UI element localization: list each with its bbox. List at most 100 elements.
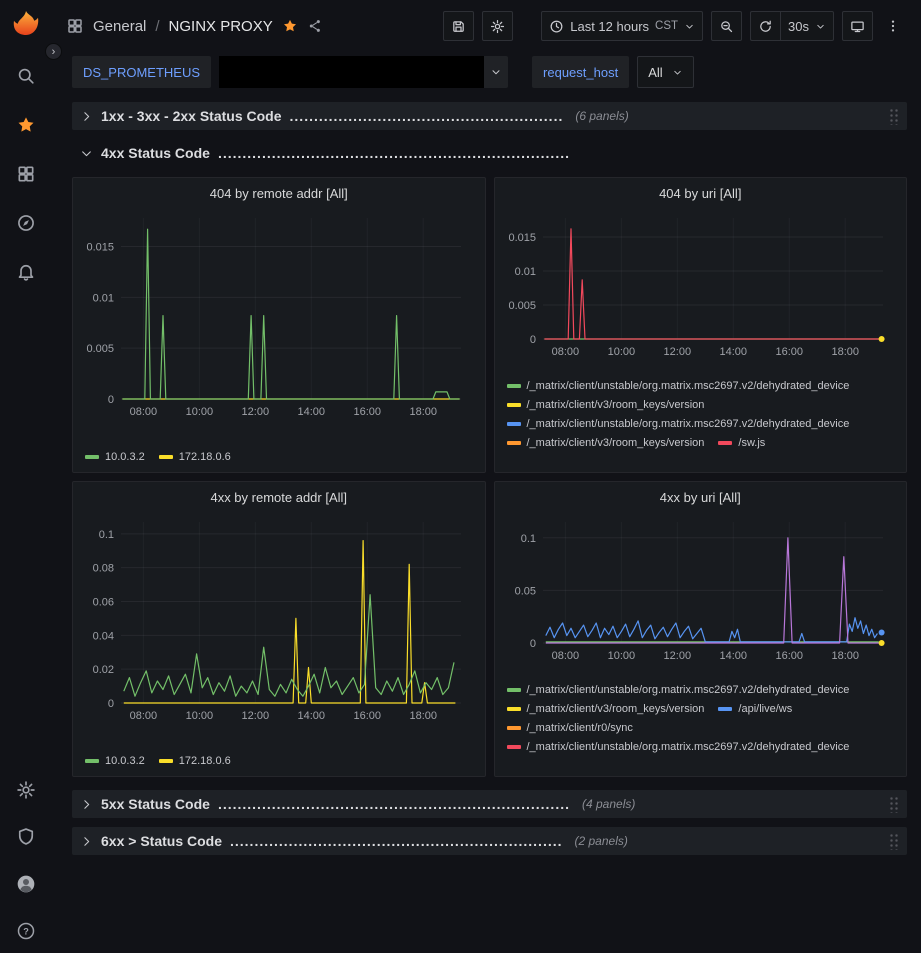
grafana-logo[interactable]	[8, 8, 44, 44]
row-drag-handle[interactable]	[888, 795, 899, 813]
svg-text:0.02: 0.02	[93, 664, 114, 676]
svg-text:0.015: 0.015	[86, 241, 114, 253]
request-host-select[interactable]: All	[637, 56, 693, 88]
panel-legend: /_matrix/client/unstable/org.matrix.msc2…	[495, 365, 907, 472]
svg-text:14:00: 14:00	[298, 710, 326, 722]
kebab-menu-button[interactable]	[881, 11, 905, 41]
row-drag-handle[interactable]	[888, 832, 899, 850]
svg-text:12:00: 12:00	[663, 650, 691, 662]
compass-icon	[16, 213, 36, 233]
svg-text:0.005: 0.005	[86, 343, 114, 355]
svg-text:10:00: 10:00	[607, 346, 635, 358]
panel-legend: 10.0.3.2 172.18.0.6	[73, 729, 485, 776]
legend-item[interactable]: /_matrix/client/unstable/org.matrix.msc2…	[507, 683, 850, 697]
dashboard-row-5xx[interactable]: 5xx Status Code ........................…	[72, 790, 907, 818]
svg-text:14:00: 14:00	[719, 650, 747, 662]
legend-item[interactable]: 10.0.3.2	[85, 450, 145, 464]
legend-item[interactable]: /sw.js	[718, 436, 765, 450]
datasource-variable-label[interactable]: DS_PROMETHEUS	[72, 56, 211, 88]
request-host-value: All	[648, 65, 662, 80]
sidebar-item-server-admin[interactable]	[16, 827, 36, 847]
gear-icon	[490, 19, 505, 34]
panel-title[interactable]: 404 by remote addr [All]	[73, 178, 485, 208]
legend-color-marker	[507, 726, 521, 730]
favorite-star-icon[interactable]	[282, 18, 298, 34]
legend-item[interactable]: /api/live/ws	[718, 702, 792, 716]
panel-legend: 10.0.3.2 172.18.0.6	[73, 425, 485, 472]
svg-text:12:00: 12:00	[242, 406, 270, 418]
share-icon[interactable]	[307, 18, 323, 34]
panel-title[interactable]: 4xx by uri [All]	[495, 482, 907, 512]
dashboard-row-4xx[interactable]: 4xx Status Code ........................…	[72, 139, 907, 167]
redacted-datasource-value	[219, 56, 484, 88]
time-range-picker[interactable]: Last 12 hours CST	[541, 11, 703, 41]
svg-text:0.06: 0.06	[93, 597, 114, 609]
user-profile-button[interactable]	[16, 874, 36, 894]
legend-item[interactable]: /_matrix/client/r0/sync	[507, 721, 633, 735]
sidebar-item-dashboards[interactable]	[16, 164, 36, 184]
tv-mode-button[interactable]	[842, 11, 873, 41]
svg-text:0.01: 0.01	[93, 292, 114, 304]
legend-item[interactable]: /_matrix/client/unstable/org.matrix.msc2…	[507, 740, 850, 754]
apps-grid-icon	[16, 164, 36, 184]
legend-color-marker	[507, 707, 521, 711]
legend-color-marker	[718, 707, 732, 711]
legend-label: /_matrix/client/v3/room_keys/version	[527, 436, 705, 450]
help-button[interactable]: ?	[16, 921, 36, 941]
sidebar-item-alerting[interactable]	[16, 262, 36, 282]
legend-item[interactable]: 10.0.3.2	[85, 754, 145, 768]
dashboard-submenu: DS_PROMETHEUS request_host All	[52, 52, 921, 100]
legend-item[interactable]: 172.18.0.6	[159, 450, 231, 464]
breadcrumb-folder[interactable]: General	[93, 18, 146, 35]
svg-text:0.1: 0.1	[520, 533, 535, 545]
legend-item[interactable]: 172.18.0.6	[159, 754, 231, 768]
svg-text:10:00: 10:00	[186, 406, 214, 418]
row-title: 6xx > Status Code	[101, 833, 222, 849]
legend-color-marker	[718, 441, 732, 445]
gear-icon	[16, 780, 36, 800]
legend-item[interactable]: /_matrix/client/v3/room_keys/version	[507, 702, 705, 716]
save-dashboard-button[interactable]	[443, 11, 474, 41]
panel-grid: 404 by remote addr [All] 08:00 10:00 12:00…	[72, 177, 907, 777]
legend-item[interactable]: /_matrix/client/v3/room_keys/version	[507, 398, 705, 412]
chevron-down-icon	[80, 147, 93, 160]
zoom-out-button[interactable]	[711, 11, 742, 41]
request-host-variable-label[interactable]: request_host	[532, 56, 629, 88]
svg-text:08:00: 08:00	[551, 346, 579, 358]
panel-title[interactable]: 404 by uri [All]	[495, 178, 907, 208]
toolbar: Last 12 hours CST 30s	[443, 11, 905, 41]
row-leader-dots: ........................................…	[218, 796, 570, 812]
dashboard-row-1xx-3xx-2xx[interactable]: 1xx - 3xx - 2xx Status Code ............…	[72, 102, 907, 130]
panel-legend: /_matrix/client/unstable/org.matrix.msc2…	[495, 669, 907, 776]
legend-item[interactable]: /_matrix/client/unstable/org.matrix.msc2…	[507, 417, 850, 431]
panel-title[interactable]: 4xx by remote addr [All]	[73, 482, 485, 512]
save-floppy-icon	[451, 19, 466, 34]
search-button[interactable]	[16, 66, 36, 86]
legend-label: /_matrix/client/r0/sync	[527, 721, 633, 735]
row-drag-handle[interactable]	[888, 107, 899, 125]
grafana-app: ›	[0, 0, 921, 953]
chevron-down-icon	[672, 67, 683, 78]
monitor-icon	[850, 19, 865, 34]
legend-label: 10.0.3.2	[105, 450, 145, 464]
datasource-select[interactable]	[219, 56, 508, 88]
refresh-button[interactable]	[750, 11, 780, 41]
legend-item[interactable]: /_matrix/client/v3/room_keys/version	[507, 436, 705, 450]
sidebar-expand-button[interactable]: ›	[45, 43, 62, 60]
refresh-interval-dropdown[interactable]: 30s	[780, 11, 834, 41]
sidebar-item-explore[interactable]	[16, 213, 36, 233]
legend-label: 172.18.0.6	[179, 450, 231, 464]
bell-icon	[16, 262, 36, 282]
sidebar-nav	[16, 66, 36, 282]
apps-grid-icon[interactable]	[66, 17, 84, 35]
legend-item[interactable]: /_matrix/client/unstable/org.matrix.msc2…	[507, 379, 850, 393]
dashboard-row-6xx[interactable]: 6xx > Status Code ......................…	[72, 827, 907, 855]
dashboard-settings-button[interactable]	[482, 11, 513, 41]
svg-text:12:00: 12:00	[663, 346, 691, 358]
sidebar-item-starred[interactable]	[16, 115, 36, 135]
panel-404-by-uri: 404 by uri [All] 08:0010:0012:0014:0016:…	[494, 177, 908, 473]
svg-text:0: 0	[108, 698, 114, 710]
legend-color-marker	[159, 455, 173, 459]
sidebar-item-configuration[interactable]	[16, 780, 36, 800]
svg-text:18:00: 18:00	[831, 650, 859, 662]
